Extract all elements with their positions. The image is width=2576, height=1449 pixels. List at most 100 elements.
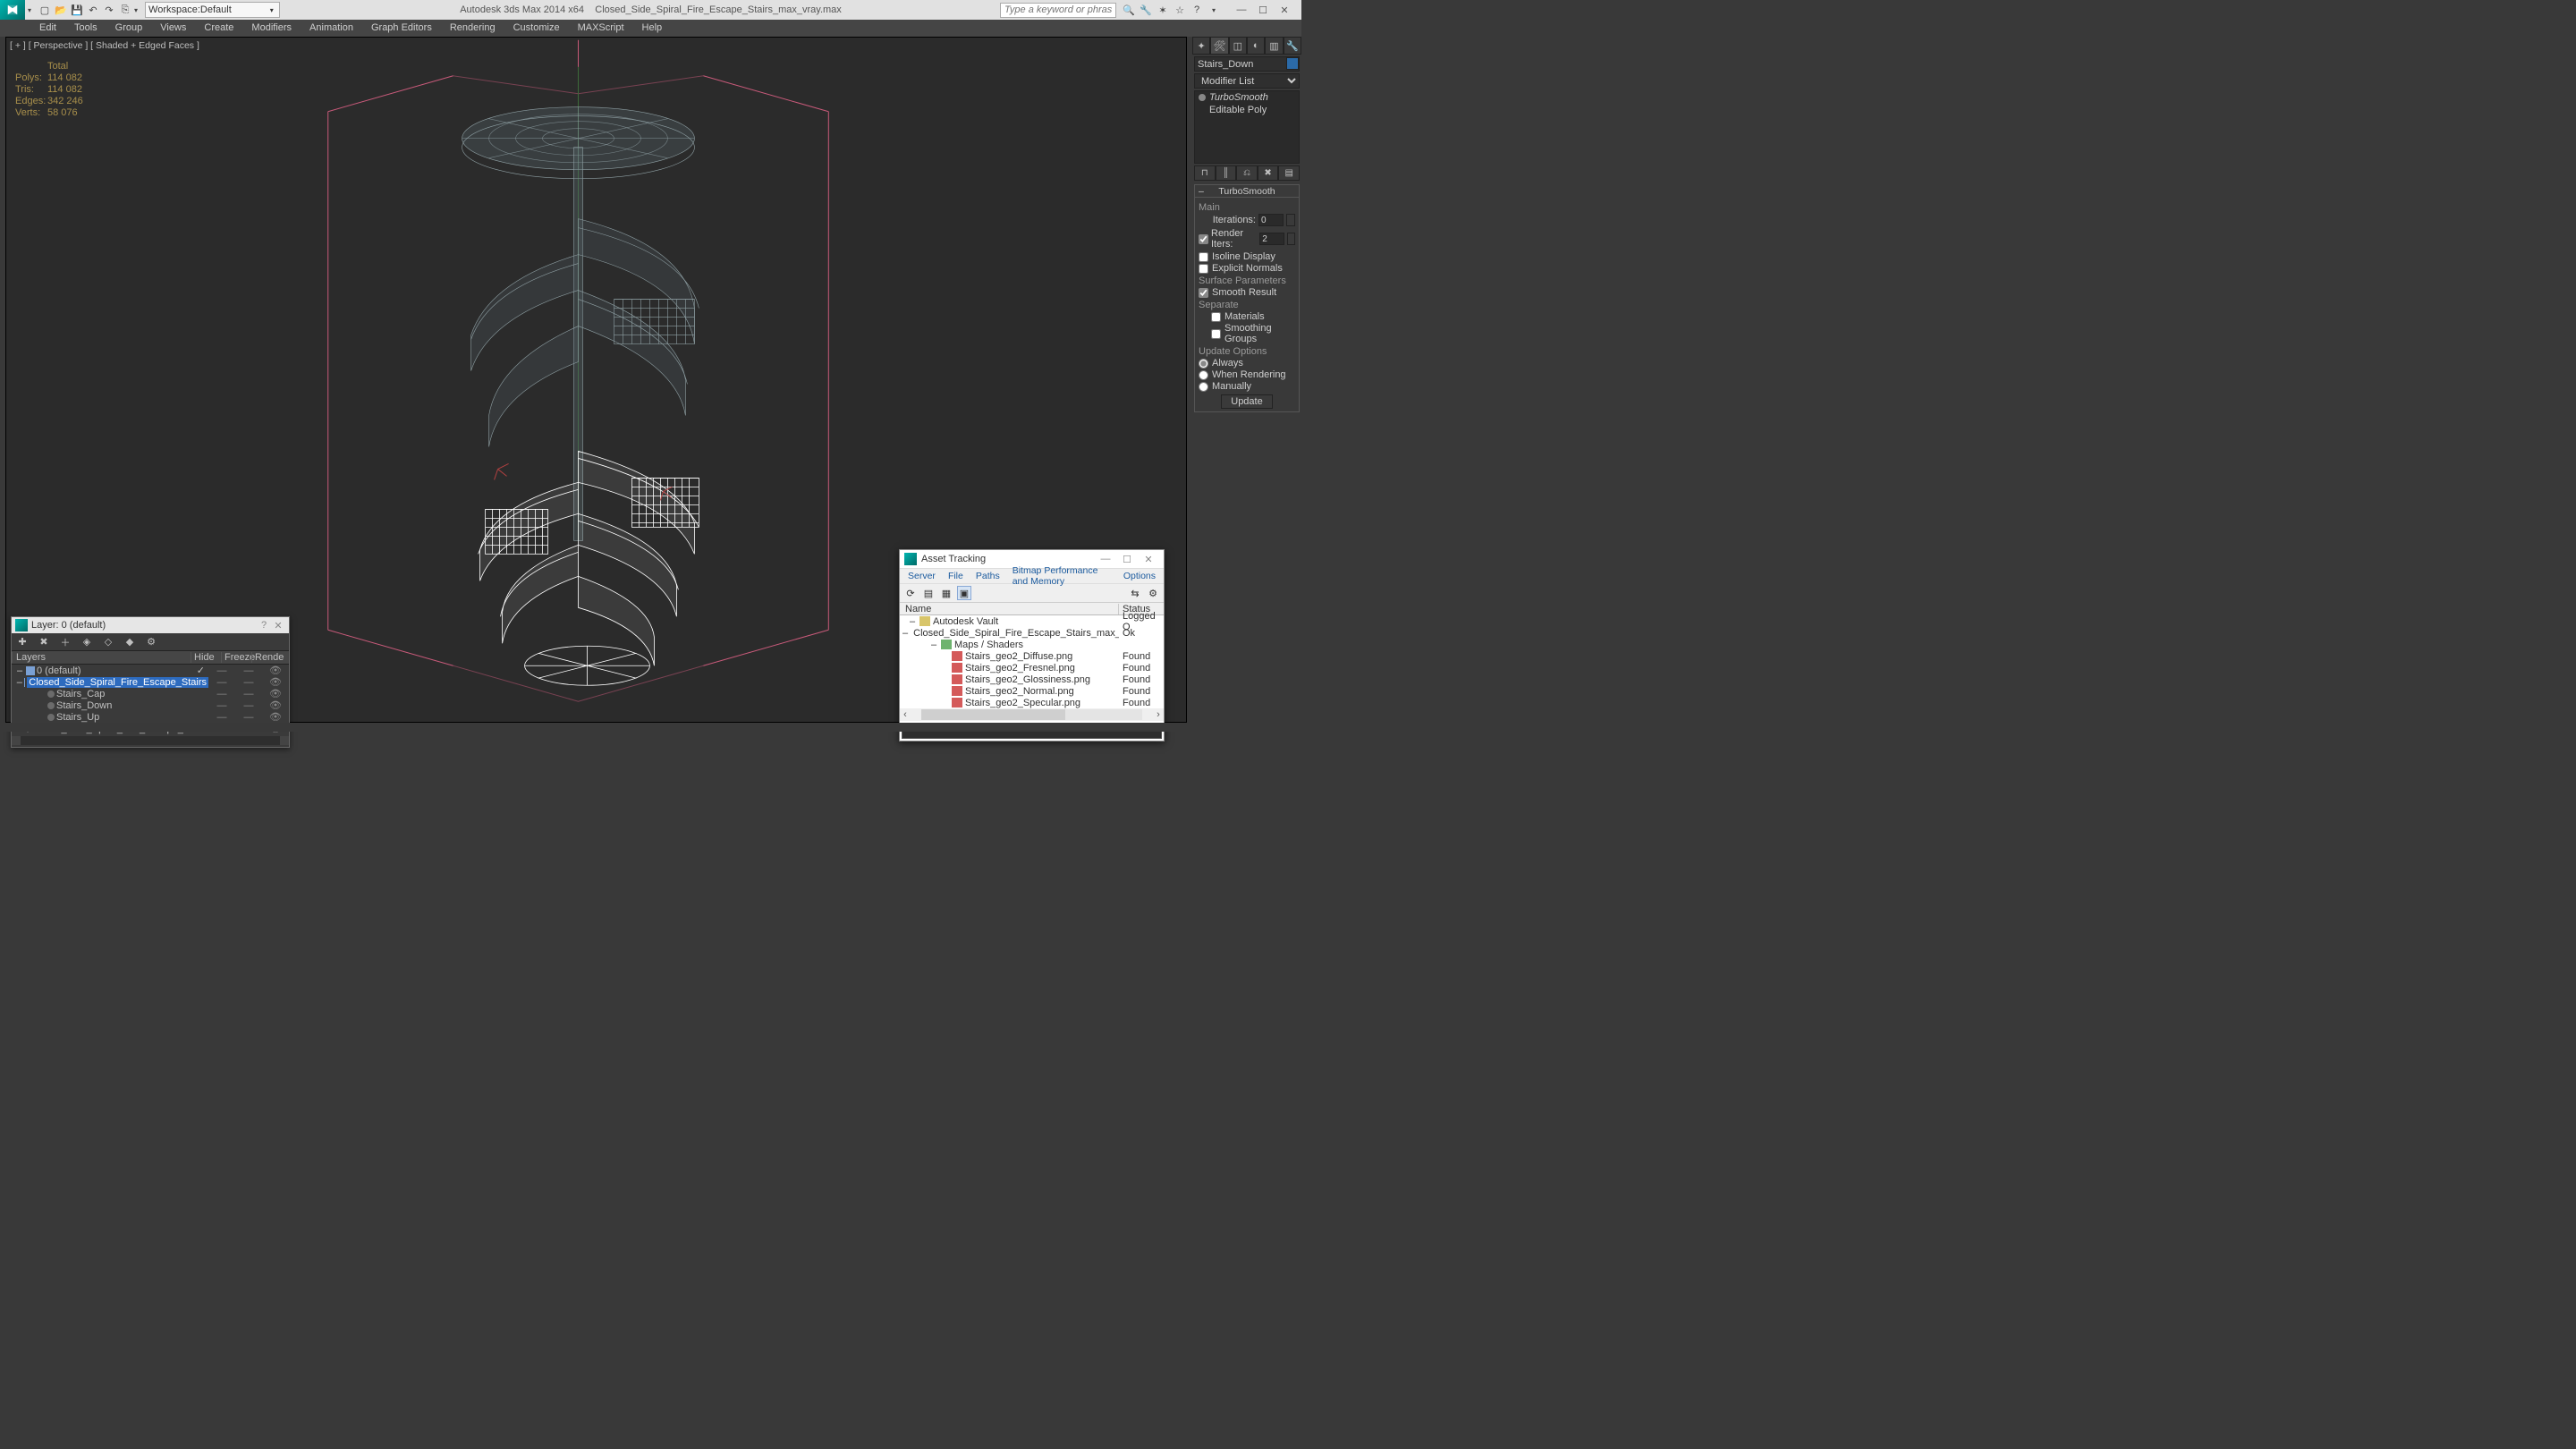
app-menu-chevron-icon[interactable] [25,4,34,15]
hide-cell[interactable]: — [208,689,235,699]
object-color-swatch[interactable] [1286,57,1299,70]
layer-tree-row[interactable]: –0 (default)✓——👁 [12,665,289,676]
freeze-cell[interactable]: — [235,665,262,676]
hide-cell[interactable]: — [208,700,235,711]
configure-sets-icon[interactable]: ▤ [1278,165,1300,181]
expand-toggle[interactable]: – [908,616,917,627]
link-icon[interactable]: ⎘ [118,3,132,17]
menu-rendering[interactable]: Rendering [441,20,504,37]
select-layer-objects-icon[interactable]: ◈ [80,635,94,649]
menu-views[interactable]: Views [151,20,195,37]
highlight-layer-icon[interactable]: ◇ [101,635,115,649]
menu-create[interactable]: Create [195,20,242,37]
layer-dialog-titlebar[interactable]: Layer: 0 (default) ? ✕ [12,617,289,633]
viewport-label[interactable]: [ + ] [ Perspective ] [ Shaded + Edged F… [10,40,199,51]
col-freeze[interactable]: Freeze [221,652,251,663]
menu-customize[interactable]: Customize [504,20,569,37]
asset-tree-row[interactable]: Stairs_geo2_Normal.pngFound [900,685,1164,697]
new-icon[interactable]: ▢ [38,3,52,17]
bulb-icon[interactable] [1199,94,1206,101]
menu-maxscript[interactable]: MAXScript [569,20,633,37]
tab-create-icon[interactable]: ✦ [1192,37,1210,55]
rollout-header[interactable]: TurboSmooth [1195,185,1299,198]
redo-icon[interactable]: ↷ [102,3,116,17]
show-end-result-icon[interactable]: ║ [1216,165,1237,181]
asset-maximize-button[interactable]: ☐ [1116,554,1138,565]
menu-help[interactable]: Help [633,20,672,37]
expand-toggle[interactable]: – [15,665,24,676]
tab-modify-icon[interactable]: 🛠 [1210,37,1228,55]
asset-menu-bitmap[interactable]: Bitmap Performance and Memory [1006,565,1117,587]
smooth-result-checkbox[interactable] [1199,288,1208,298]
refresh-icon[interactable]: ⟳ [903,586,918,600]
render-cell[interactable]: 👁 [262,688,289,699]
layer-close-button[interactable]: ✕ [271,620,285,631]
expand-toggle[interactable]: – [902,628,908,639]
render-iters-spinner[interactable] [1259,233,1284,245]
col-layers[interactable]: Layers [12,652,191,663]
layer-tree-row[interactable]: Stairs_Down——👁 [12,699,289,711]
modifier-stack-item[interactable]: Editable Poly [1195,104,1299,116]
asset-tree-row[interactable]: Stairs_geo2_Diffuse.pngFound [900,650,1164,662]
pin-stack-icon[interactable]: ⊓ [1194,165,1216,181]
asset-tracking-dialog[interactable]: Asset Tracking — ☐ ✕ Server File Paths B… [899,549,1165,741]
asset-minimize-button[interactable]: — [1095,554,1116,564]
spinner-buttons[interactable] [1286,214,1295,226]
minimize-button[interactable]: — [1235,4,1248,16]
modifier-stack-item[interactable]: TurboSmooth [1195,91,1299,104]
search-input[interactable] [1000,3,1116,18]
list-view-icon[interactable]: ▦ [939,586,953,600]
make-unique-icon[interactable]: ⎌ [1236,165,1258,181]
search-go-icon[interactable]: 🔍 [1122,3,1136,17]
favorite-icon[interactable]: ☆ [1173,3,1187,17]
exchange-icon[interactable]: ✶ [1156,3,1170,17]
asset-tree-row[interactable]: –Autodesk VaultLogged O [900,615,1164,627]
asset-sync-icon[interactable]: ⇆ [1128,586,1142,600]
sep-smoothing-groups-checkbox[interactable] [1211,329,1221,339]
menu-graph-editors[interactable]: Graph Editors [362,20,441,37]
asset-menu-options[interactable]: Options [1117,571,1162,581]
app-menu-button[interactable] [0,0,25,20]
col-render[interactable]: Rende [251,652,282,663]
workspace-chevron-icon[interactable] [267,4,276,15]
maximize-button[interactable]: ☐ [1257,4,1269,16]
sep-materials-checkbox[interactable] [1211,312,1221,322]
undo-icon[interactable]: ↶ [86,3,100,17]
asset-tree-row[interactable]: –Closed_Side_Spiral_Fire_Escape_Stairs_m… [900,627,1164,639]
qat-chevron-icon[interactable] [134,4,138,15]
tab-hierarchy-icon[interactable]: ◫ [1229,37,1247,55]
tree-view-icon[interactable]: ▤ [921,586,936,600]
freeze-cell[interactable]: — [235,712,262,723]
close-button[interactable]: ✕ [1278,4,1291,16]
menu-animation[interactable]: Animation [301,20,362,37]
asset-tree-row[interactable]: –Maps / Shaders [900,639,1164,650]
object-name-field[interactable] [1194,56,1300,72]
remove-modifier-icon[interactable]: ✖ [1258,165,1279,181]
menu-tools[interactable]: Tools [65,20,106,37]
asset-menu-paths[interactable]: Paths [970,571,1006,581]
help-icon[interactable]: ? [1190,3,1204,17]
freeze-cell[interactable]: — [235,689,262,699]
tab-motion-icon[interactable]: ◐ [1247,37,1265,55]
open-icon[interactable]: 📂 [54,3,68,17]
asset-tree-row[interactable]: Stairs_geo2_Fresnel.pngFound [900,662,1164,674]
layer-scrollbar[interactable] [12,734,289,747]
spinner-buttons[interactable] [1287,233,1295,245]
update-always-radio[interactable] [1199,359,1208,369]
modifier-stack[interactable]: TurboSmooth Editable Poly [1194,90,1300,164]
layer-props-icon[interactable]: ⚙ [144,635,158,649]
isoline-checkbox[interactable] [1199,252,1208,262]
layer-tree-row[interactable]: –Closed_Side_Spiral_Fire_Escape_Stairs——… [12,676,289,688]
hide-cell[interactable]: — [208,712,235,723]
tab-utilities-icon[interactable]: 🔧 [1284,37,1301,55]
hide-layer-icon[interactable]: ◆ [123,635,137,649]
expand-toggle[interactable]: – [929,640,938,650]
help-chevron-icon[interactable] [1207,3,1221,17]
asset-menu-server[interactable]: Server [902,571,942,581]
expand-toggle[interactable]: – [17,677,22,688]
layer-help-button[interactable]: ? [257,620,271,631]
asset-close-button[interactable]: ✕ [1138,554,1159,565]
asset-menu-file[interactable]: File [942,571,970,581]
tab-display-icon[interactable]: ▥ [1265,37,1283,55]
hide-cell[interactable]: — [208,665,235,676]
